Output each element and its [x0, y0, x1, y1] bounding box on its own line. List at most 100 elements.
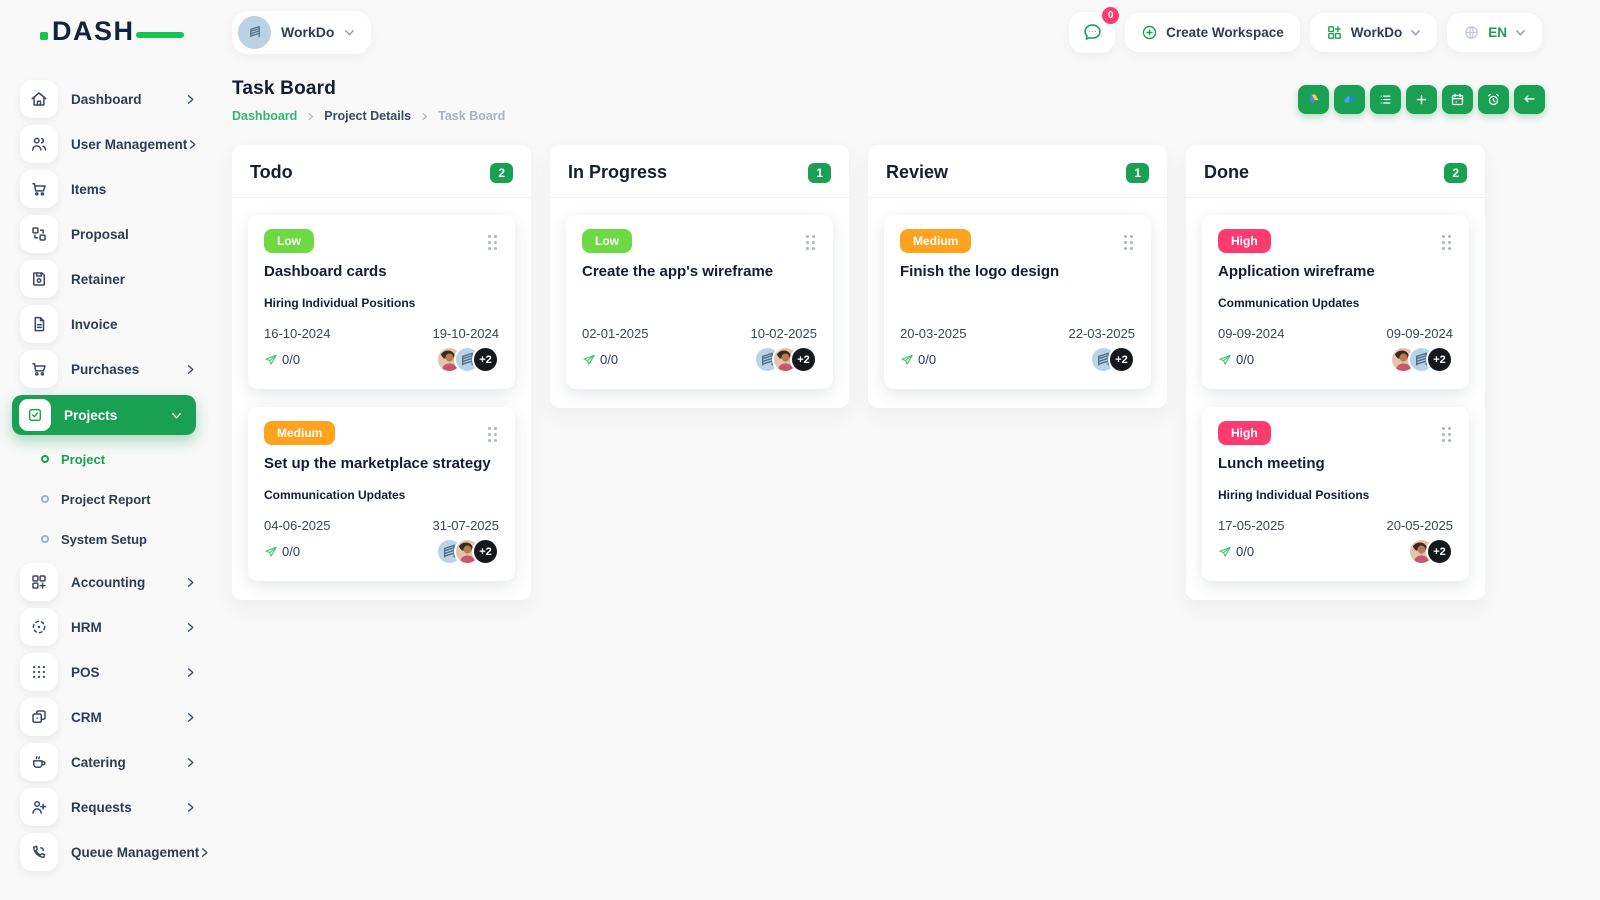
sidebar-item-label: Purchases	[71, 361, 140, 377]
task-milestone	[582, 296, 817, 310]
google-drive-button[interactable]	[1298, 85, 1329, 114]
users-icon	[20, 125, 58, 163]
sidebar-item-label: Accounting	[71, 574, 146, 590]
task-milestone: Communication Updates	[1218, 296, 1360, 310]
avatar-stack: +2	[754, 346, 817, 373]
column-title: Todo	[250, 162, 293, 182]
card-menu-grip-icon[interactable]	[488, 427, 497, 442]
create-workspace-button[interactable]: Create Workspace	[1125, 12, 1300, 52]
sidebar-subitem-label: System Setup	[61, 531, 147, 547]
task-progress: 0/0	[1218, 544, 1254, 559]
calendar-icon	[1451, 93, 1464, 106]
column-title: In Progress	[568, 162, 668, 182]
sidebar-item-retainer[interactable]: Retainer	[20, 260, 196, 298]
onedrive-button[interactable]	[1334, 85, 1365, 114]
task-board: Todo 2 Low Dashboard cards Hiring Indivi…	[210, 139, 1600, 600]
language-label: EN	[1488, 24, 1507, 40]
logo-text: DASH	[52, 16, 135, 46]
sidebar-item-invoice[interactable]: Invoice	[20, 305, 196, 343]
onedrive-icon	[1344, 95, 1355, 103]
task-title[interactable]: Dashboard cards	[264, 263, 499, 280]
task-card[interactable]: Medium Finish the logo design 20-03-2025…	[884, 215, 1151, 389]
task-card[interactable]: Medium Set up the marketplace strategy C…	[248, 407, 515, 581]
task-title[interactable]: Set up the marketplace strategy	[264, 455, 499, 472]
globe-icon	[1465, 25, 1479, 39]
priority-badge: High	[1218, 421, 1271, 445]
card-menu-grip-icon[interactable]	[1442, 235, 1451, 250]
priority-badge: Low	[582, 229, 632, 253]
checkbox-icon	[19, 399, 51, 431]
sidebar-item-label: Invoice	[71, 316, 118, 332]
card-menu-grip-icon[interactable]	[488, 235, 497, 250]
sidebar-subitem-project[interactable]: Project	[41, 443, 196, 475]
brand-logo[interactable]: DASH	[40, 16, 184, 56]
sidebar-item-items[interactable]: Items	[20, 170, 196, 208]
sidebar-item-requests[interactable]: Requests	[20, 788, 196, 826]
task-title[interactable]: Finish the logo design	[900, 263, 1135, 280]
workspace-menu-button[interactable]: WorkDo	[1309, 12, 1438, 52]
task-progress: 0/0	[1218, 352, 1254, 367]
task-card[interactable]: Low Create the app's wireframe 02-01-202…	[566, 215, 833, 389]
breadcrumb-project-details-link[interactable]: Project Details	[324, 109, 411, 123]
task-title[interactable]: Lunch meeting	[1218, 455, 1453, 472]
chevron-down-icon	[344, 27, 355, 38]
cart-icon	[20, 170, 58, 208]
create-workspace-label: Create Workspace	[1166, 24, 1284, 40]
sidebar-item-projects[interactable]: Projects	[12, 395, 196, 435]
sidebar-item-label: Projects	[64, 407, 118, 423]
sidebar-item-label: CRM	[71, 709, 102, 725]
sidebar-item-crm[interactable]: CRM	[20, 698, 196, 736]
avatar-more-count[interactable]: +2	[1108, 346, 1135, 373]
task-milestone: Communication Updates	[264, 488, 406, 502]
avatar-more-count[interactable]: +2	[472, 346, 499, 373]
task-card[interactable]: Low Dashboard cards Hiring Individual Po…	[248, 215, 515, 389]
card-menu-grip-icon[interactable]	[1442, 427, 1451, 442]
page-head: Task Board Dashboard Project Details Tas…	[210, 58, 1600, 139]
add-task-button[interactable]	[1406, 85, 1437, 114]
sidebar-item-dashboard[interactable]: Dashboard	[20, 80, 196, 118]
task-card[interactable]: High Application wireframe Communication…	[1202, 215, 1469, 389]
task-card[interactable]: High Lunch meeting Hiring Individual Pos…	[1202, 407, 1469, 581]
end-date: 10-02-2025	[750, 326, 818, 341]
sidebar-subitem-system-setup[interactable]: System Setup	[41, 523, 196, 555]
card-menu-grip-icon[interactable]	[1124, 235, 1133, 250]
sidebar-item-queue-management[interactable]: Queue Management	[20, 833, 196, 871]
sidebar-subitem-label: Project	[61, 451, 106, 467]
page-title: Task Board	[232, 78, 337, 99]
card-menu-grip-icon[interactable]	[806, 235, 815, 250]
avatar-more-count[interactable]: +2	[1426, 346, 1453, 373]
back-button[interactable]	[1514, 85, 1545, 114]
task-progress: 0/0	[264, 544, 300, 559]
language-selector[interactable]: EN	[1447, 12, 1542, 52]
column-count-badge: 2	[490, 162, 513, 183]
sidebar-item-accounting[interactable]: Accounting	[20, 563, 196, 601]
sidebar-subitem-project-report[interactable]: Project Report	[41, 483, 196, 515]
undo-arrow-icon	[1524, 95, 1535, 103]
sidebar-item-pos[interactable]: POS	[20, 653, 196, 691]
avatar-more-count[interactable]: +2	[790, 346, 817, 373]
sidebar-item-proposal[interactable]: Proposal	[20, 215, 196, 253]
chevron-right-icon	[199, 847, 210, 858]
workspace-name: WorkDo	[281, 24, 335, 40]
chevron-down-icon	[1515, 27, 1526, 38]
task-title[interactable]: Create the app's wireframe	[582, 263, 817, 280]
chat-badge: 0	[1102, 6, 1120, 24]
start-date: 02-01-2025	[582, 326, 649, 341]
bullet-icon	[41, 535, 49, 543]
send-icon	[1219, 354, 1231, 365]
topbar: WorkDo 0 Create Workspace WorkDo EN	[210, 0, 1600, 58]
sidebar-item-purchases[interactable]: Purchases	[20, 350, 196, 388]
breadcrumb-dashboard-link[interactable]: Dashboard	[232, 109, 297, 123]
calendar-button[interactable]	[1442, 85, 1473, 114]
chevron-right-icon	[185, 802, 196, 813]
sidebar-item-catering[interactable]: Catering	[20, 743, 196, 781]
reminder-button[interactable]	[1478, 85, 1509, 114]
messages-button[interactable]: 0	[1069, 6, 1120, 53]
task-title[interactable]: Application wireframe	[1218, 263, 1453, 280]
list-view-button[interactable]	[1370, 85, 1401, 114]
avatar-more-count[interactable]: +2	[472, 538, 499, 565]
workspace-switcher[interactable]: WorkDo	[232, 10, 372, 54]
sidebar-item-user-management[interactable]: User Management	[20, 125, 196, 163]
sidebar-item-hrm[interactable]: HRM	[20, 608, 196, 646]
avatar-more-count[interactable]: +2	[1426, 538, 1453, 565]
